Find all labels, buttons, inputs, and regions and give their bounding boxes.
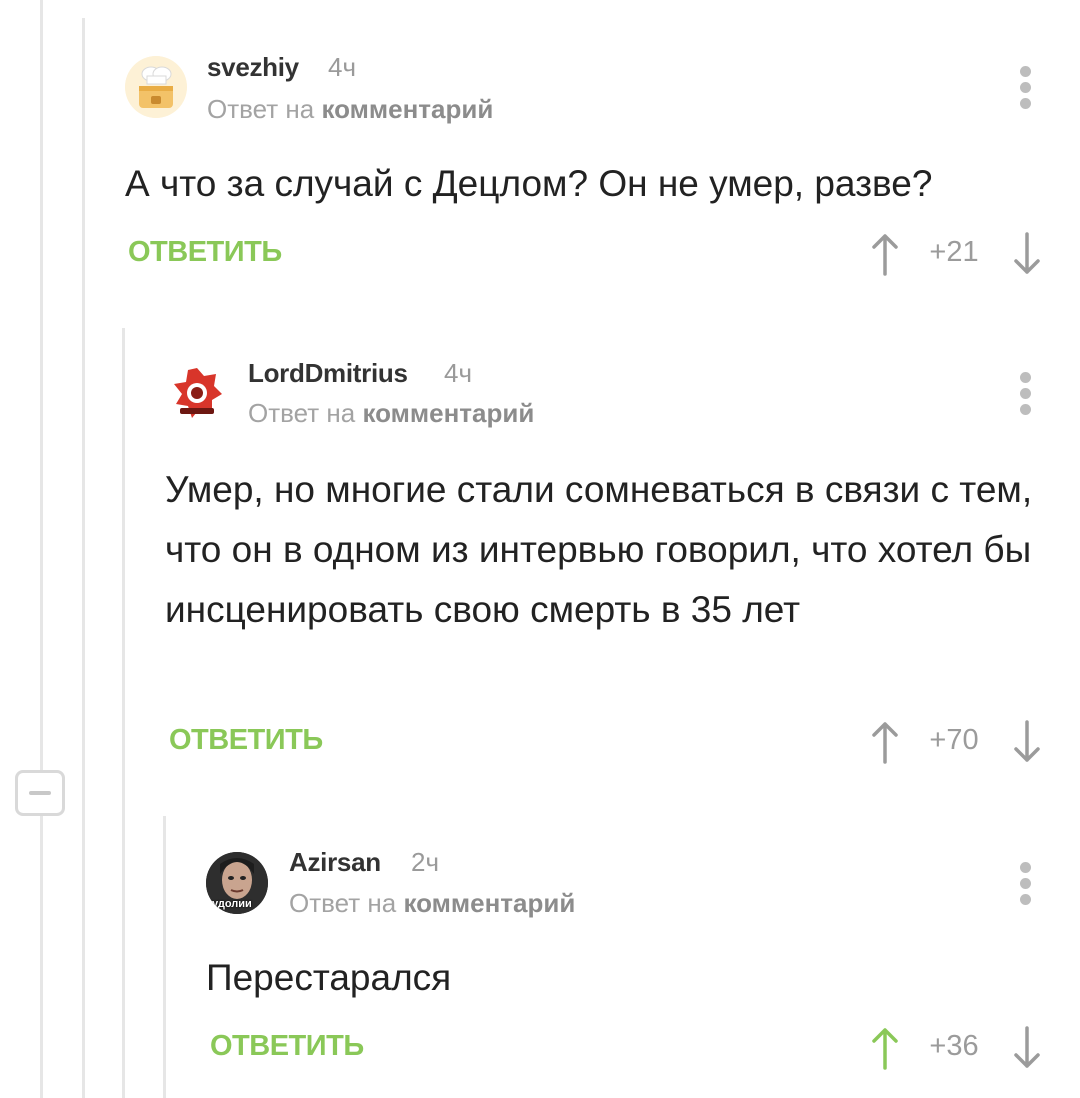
avatar-caption: удолии (212, 898, 252, 910)
username[interactable]: LordDmitrius (248, 358, 408, 389)
comment-text: Умер, но многие стали сомневаться в связ… (165, 469, 1033, 630)
timestamp: 4ч (444, 358, 473, 388)
avatar[interactable] (125, 56, 187, 118)
reply-to-line: Ответ на комментарий (289, 888, 575, 919)
thread-line-level-1 (82, 18, 85, 1098)
reply-button[interactable]: ОТВЕТИТЬ (128, 236, 282, 269)
avatar[interactable]: удолии (206, 852, 268, 914)
more-options-icon[interactable] (1016, 66, 1036, 116)
downvote-arrow-icon[interactable] (1012, 232, 1042, 276)
thread-line-level-3 (163, 816, 166, 1098)
reply-to-link[interactable]: комментарий (362, 398, 534, 428)
downvote-arrow-icon[interactable] (1012, 720, 1042, 764)
username[interactable]: Azirsan (289, 847, 381, 878)
chef-hat-avatar-icon (125, 56, 187, 118)
timestamp: 4ч (328, 52, 357, 82)
rating-value: +36 (929, 1030, 979, 1062)
upvote-arrow-icon[interactable] (870, 1026, 900, 1070)
comment-text: Перестарался (206, 957, 452, 998)
username[interactable]: svezhiy (207, 52, 299, 83)
downvote-arrow-icon[interactable] (1012, 1026, 1042, 1070)
reply-to-link[interactable]: комментарий (321, 94, 493, 124)
more-options-icon[interactable] (1016, 862, 1036, 912)
reply-to-line: Ответ на комментарий (207, 94, 493, 125)
reply-to-line: Ответ на комментарий (248, 398, 534, 429)
thread-line-root (40, 0, 43, 770)
comment-text: А что за случай с Децлом? Он не умер, ра… (125, 163, 933, 204)
red-emblem-avatar-icon (174, 368, 222, 418)
upvote-arrow-icon[interactable] (870, 720, 900, 764)
rating-value: +70 (929, 724, 979, 756)
reply-to-prefix: Ответ на (289, 888, 397, 918)
upvote-arrow-icon[interactable] (870, 232, 900, 276)
thread-line-root-lower (40, 816, 43, 1098)
reply-button[interactable]: ОТВЕТИТЬ (169, 724, 323, 757)
reply-to-prefix: Ответ на (248, 398, 356, 428)
reply-button[interactable]: ОТВЕТИТЬ (210, 1030, 364, 1063)
reply-to-link[interactable]: комментарий (403, 888, 575, 918)
rating-value: +21 (929, 236, 979, 268)
collapse-thread-button[interactable] (15, 770, 65, 816)
reply-to-prefix: Ответ на (207, 94, 315, 124)
more-options-icon[interactable] (1016, 372, 1036, 422)
avatar[interactable] (166, 362, 228, 424)
timestamp: 2ч (411, 847, 440, 877)
minus-icon (29, 791, 51, 795)
thread-line-level-2 (122, 328, 125, 1098)
